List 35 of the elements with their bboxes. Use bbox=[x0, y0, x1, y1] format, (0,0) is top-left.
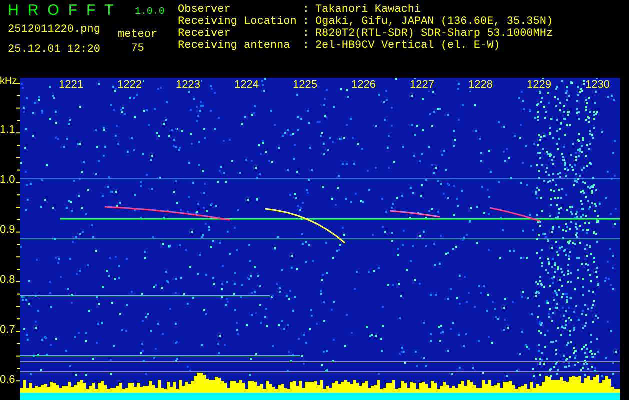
y-axis-label: 1.0 bbox=[0, 174, 16, 186]
y-axis-label: 1.1 bbox=[0, 124, 16, 136]
station-label: Receiving antenna bbox=[178, 40, 292, 52]
x-axis-label: 1223 bbox=[175, 79, 202, 91]
separator: : bbox=[302, 28, 310, 40]
y-axis-label: 0.8 bbox=[0, 274, 16, 286]
separator: : bbox=[302, 40, 310, 52]
station-value: R820T2(RTL-SDR) SDR-Sharp 53.1000MHz bbox=[315, 28, 554, 40]
detection-label: meteor bbox=[118, 28, 158, 42]
app-title: HROFFT bbox=[8, 2, 123, 20]
x-axis-label: 1225 bbox=[292, 79, 318, 91]
station-label: Receiving Location bbox=[178, 16, 297, 28]
y-axis-label: 0.9 bbox=[0, 224, 16, 236]
x-axis-label: 1228 bbox=[468, 79, 494, 91]
x-axis-label: 1230 bbox=[584, 79, 611, 91]
separator: : bbox=[302, 4, 310, 16]
app-version: 1.0.0 bbox=[134, 6, 165, 20]
x-axis-label: 1222 bbox=[116, 79, 143, 91]
x-axis-label: 1224 bbox=[234, 79, 260, 91]
y-axis-unit: kHz bbox=[0, 75, 18, 89]
station-value: 2el-HB9CV Vertical (el. E-W) bbox=[315, 40, 502, 52]
station-value: Ogaki, Gifu, JAPAN (136.60E, 35.35N) bbox=[315, 16, 554, 28]
y-axis-label: 0.7 bbox=[0, 324, 16, 336]
y-axis-label: 0.6 bbox=[0, 374, 16, 386]
file-name: 2512011220.png bbox=[8, 23, 102, 38]
x-axis-label: 1221 bbox=[58, 79, 84, 91]
station-label: Receiver bbox=[178, 28, 232, 40]
station-label: Observer bbox=[178, 4, 232, 16]
x-axis-label: 1226 bbox=[350, 79, 377, 91]
x-axis-label: 1227 bbox=[409, 79, 436, 91]
detection-count: 75 bbox=[131, 42, 144, 56]
station-value: Takanori Kawachi bbox=[315, 4, 422, 16]
separator: : bbox=[302, 16, 310, 28]
x-axis-label: 1229 bbox=[526, 79, 552, 91]
timestamp: 25.12.01 12:20 bbox=[8, 43, 102, 58]
